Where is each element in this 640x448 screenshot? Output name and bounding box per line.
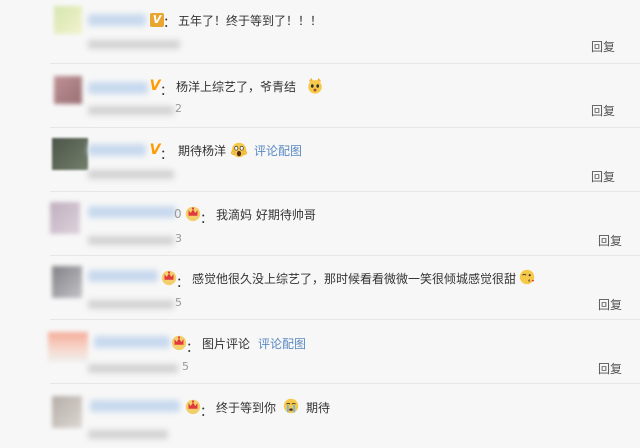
comment-item: 0 ： 我滴妈 好期待帅哥 3 回复 [0, 192, 640, 256]
like-count: 3 [175, 232, 182, 245]
comment-item: ： 感觉他很久没上综艺了，那时候看看微微一笑很倾城感觉很甜 5 回复 [0, 256, 640, 320]
avatar[interactable] [52, 266, 82, 298]
colon: ： [176, 276, 190, 291]
comment-text: 图片评论 [202, 337, 251, 351]
comment-item: V ： 期待杨洋 评论配图 回复 [0, 128, 640, 192]
reply-button[interactable]: 回复 [598, 360, 622, 377]
timestamp-blurred [88, 364, 178, 373]
comment-item: V ： 杨洋上综艺了，爷青结 2 回复 [0, 64, 640, 128]
reply-button[interactable]: 回复 [591, 168, 615, 185]
timestamp-blurred [88, 170, 174, 179]
crying-face-emoji-icon [283, 398, 299, 414]
screaming-face-emoji-icon [231, 142, 247, 158]
comment-text: 期待杨洋 [178, 144, 227, 158]
cat-face-emoji-icon [308, 77, 322, 94]
comment-text: 终于等到你 [216, 401, 277, 415]
reply-button[interactable]: 回复 [591, 102, 615, 119]
colon: ： [160, 84, 174, 99]
reply-button[interactable]: 回复 [598, 296, 622, 313]
comment-image-link[interactable]: 评论配图 [254, 144, 302, 158]
comment-text: 感觉他很久没上综艺了，那时候看看微微一笑很倾城感觉很甜 [192, 272, 517, 286]
comment-text: 我滴妈 好期待帅哥 [216, 208, 316, 222]
like-count: 5 [182, 360, 189, 373]
avatar[interactable] [50, 202, 80, 234]
like-count: 2 [175, 102, 182, 115]
username-blurred[interactable] [88, 270, 158, 282]
timestamp-blurred [88, 236, 174, 245]
username-blurred[interactable] [88, 206, 176, 218]
username-blurred[interactable] [90, 400, 180, 412]
comment-item: ： 图片评论 评论配图 5 回复 [0, 320, 640, 384]
username-blurred[interactable] [88, 82, 148, 94]
avatar[interactable] [48, 332, 88, 362]
reply-button[interactable]: 回复 [591, 38, 615, 55]
username-blurred[interactable] [94, 336, 170, 348]
timestamp-blurred [88, 106, 174, 115]
colon: ： [186, 341, 200, 356]
username-tail: 0 [174, 207, 182, 221]
username-blurred[interactable] [88, 144, 146, 156]
avatar[interactable] [54, 6, 82, 34]
kissing-face-emoji-icon [519, 269, 535, 285]
colon: ： [160, 148, 174, 163]
comment-item: ： 终于等到你 期待 [0, 384, 640, 448]
comment-text: 五年了！终于等到了！！！ [178, 14, 323, 28]
username-blurred[interactable] [88, 14, 146, 26]
colon: ： [200, 212, 214, 227]
comment-item: V ： 五年了！终于等到了！！！ 回复 [0, 0, 640, 64]
timestamp-blurred [88, 300, 174, 309]
reply-button[interactable]: 回复 [598, 232, 622, 249]
comment-image-link[interactable]: 评论配图 [258, 337, 306, 351]
like-count: 5 [175, 296, 182, 309]
avatar[interactable] [52, 138, 88, 170]
avatar[interactable] [54, 76, 82, 104]
colon: ： [163, 16, 177, 31]
colon: ： [200, 405, 214, 420]
comment-text-suffix: 期待 [306, 401, 331, 415]
avatar[interactable] [52, 396, 82, 428]
timestamp-blurred [88, 40, 180, 49]
timestamp-blurred [88, 430, 168, 439]
comment-text: 杨洋上综艺了，爷青结 [176, 80, 297, 94]
verified-v-badge-icon: V [150, 13, 164, 27]
